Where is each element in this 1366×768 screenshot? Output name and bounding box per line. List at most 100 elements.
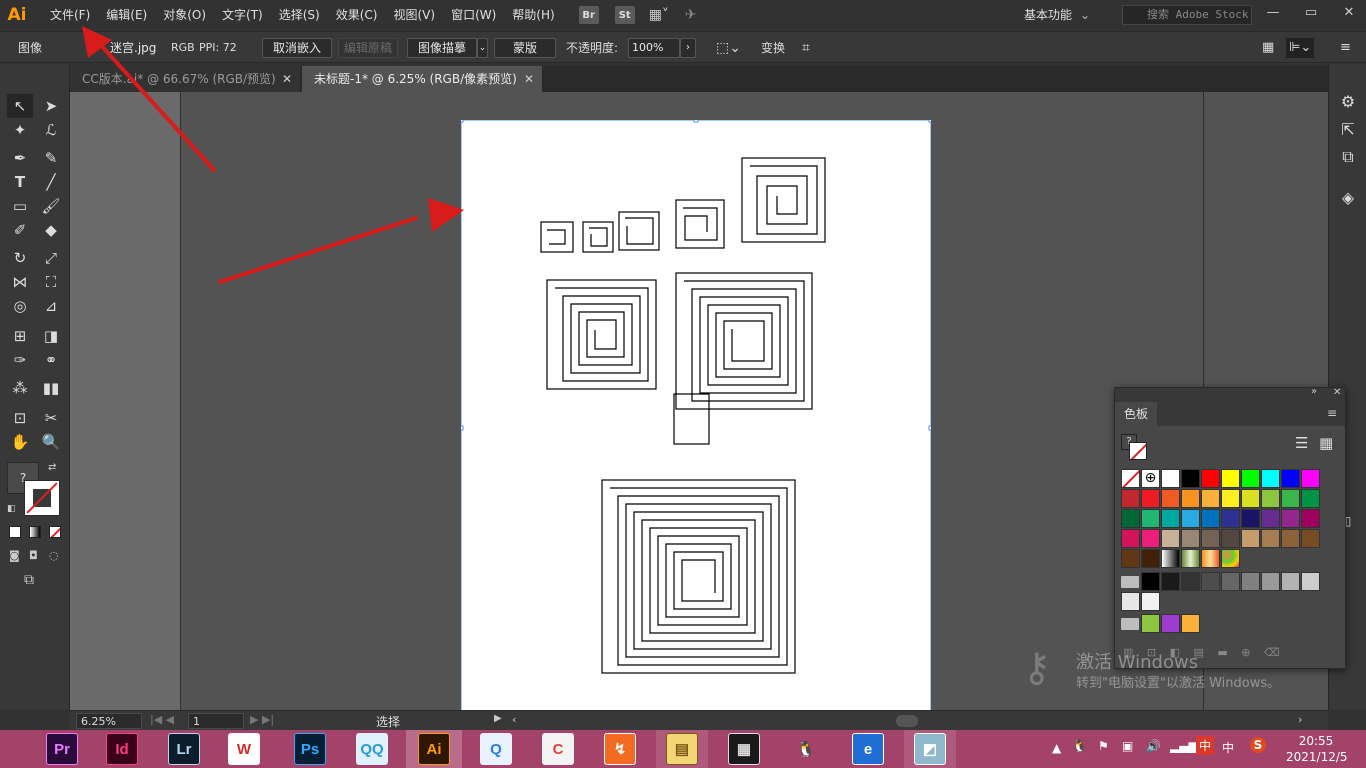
ime-icon[interactable]: 中 [1196,736,1215,755]
artboards-icon[interactable]: ⧉ [1337,146,1359,168]
eyedropper-tool-icon[interactable]: ✑ [7,348,33,372]
shaper-tool-icon[interactable]: ✐ [7,218,33,242]
color-swatch[interactable] [1181,489,1200,508]
swap-fill-stroke-icon[interactable]: ⇄ [48,462,56,473]
stroke-swatch[interactable] [24,480,60,516]
width-tool-icon[interactable]: ⋈ [7,270,33,294]
color-swatch[interactable] [1201,469,1220,488]
color-swatch[interactable] [1121,509,1140,528]
swatches-panel-header[interactable]: » ✕ [1115,386,1345,402]
color-mode-icon[interactable] [9,526,21,538]
ime-mode-label[interactable]: 中 [1222,739,1234,756]
control-bar-menu-icon[interactable]: ≡ [1340,38,1351,58]
color-swatch[interactable] [1261,469,1280,488]
color-swatch[interactable] [1281,529,1300,548]
color-swatch[interactable] [1121,592,1140,611]
scale-tool-icon[interactable]: ⤢ [38,246,64,270]
color-swatch[interactable] [1301,529,1320,548]
color-swatch[interactable] [1181,549,1200,568]
taskbar-app-icon[interactable]: C [542,733,574,765]
color-swatch[interactable] [1181,572,1200,591]
menu-select[interactable]: 选择(S) [271,0,328,30]
opacity-input[interactable]: 100% [628,38,680,58]
close-icon[interactable]: ✕ [1332,0,1366,24]
taskbar-app-icon[interactable]: Pr [46,733,78,765]
swatch-group-folder-icon[interactable] [1121,618,1139,630]
bridge-button[interactable]: Br [578,6,599,24]
color-swatch[interactable] [1261,489,1280,508]
color-swatch[interactable] [1281,509,1300,528]
color-swatch[interactable] [1121,529,1140,548]
color-swatch[interactable] [1141,614,1160,633]
volume-icon[interactable]: 🔊 [1146,739,1161,753]
network-icon[interactable]: ▂▄▆ [1170,739,1198,753]
grid-view-icon[interactable]: ▦ [1319,434,1333,452]
system-clock[interactable]: 20:55 2021/12/5 [1286,733,1348,765]
color-swatch[interactable] [1221,549,1240,568]
color-swatch[interactable] [1221,489,1240,508]
close-panel-icon[interactable]: ✕ [1333,387,1341,398]
default-fill-stroke-icon[interactable]: ◧ [7,504,16,514]
symbol-sprayer-tool-icon[interactable]: ⁂ [7,376,33,400]
gradient-tool-icon[interactable]: ◨ [38,324,64,348]
color-swatch[interactable] [1161,614,1180,633]
color-swatch[interactable] [1141,572,1160,591]
color-swatch[interactable] [1241,529,1260,548]
perspective-grid-tool-icon[interactable]: ⊿ [38,294,64,318]
export-icon[interactable]: ⇱ [1337,118,1359,140]
color-swatch[interactable] [1141,509,1160,528]
color-swatch[interactable] [1301,469,1320,488]
screen-mode-icon[interactable]: ⧉ [24,572,34,588]
color-swatch[interactable] [1221,509,1240,528]
color-swatch[interactable] [1241,469,1260,488]
unembed-button[interactable]: 取消嵌入 [262,38,332,58]
color-swatch[interactable] [1161,529,1180,548]
color-swatch[interactable] [1281,469,1300,488]
taskbar-app-icon[interactable]: ◩ [914,733,946,765]
taskbar-app-icon[interactable]: W [228,733,260,765]
hand-tool-icon[interactable]: ✋ [7,430,33,454]
mask-button[interactable]: 蒙版 [494,38,556,58]
workspace-switcher[interactable]: 基本功能 ⌄ [1024,0,1090,30]
color-swatch[interactable] [1181,469,1200,488]
rotate-tool-icon[interactable]: ↻ [7,246,33,270]
slice-tool-icon[interactable]: ✂ [38,406,64,430]
color-swatch[interactable]: ⊕ [1141,469,1160,488]
color-swatch[interactable] [1261,509,1280,528]
color-swatch[interactable] [1161,549,1180,568]
taskbar-app-icon[interactable]: QQ [356,733,388,765]
taskbar-app-icon[interactable]: Ps [294,733,326,765]
image-trace-dropdown[interactable]: ⌄ [477,38,488,58]
color-swatch[interactable] [1221,572,1240,591]
close-tab-icon[interactable]: ✕ [524,66,534,92]
scroll-right-icon[interactable]: › [1298,713,1302,726]
taskbar-app-icon[interactable]: ▤ [666,733,698,765]
panel-menu-icon[interactable]: ≡ [1327,406,1337,420]
color-swatch[interactable] [1141,549,1160,568]
color-swatch[interactable] [1141,592,1160,611]
tab-untitled-1[interactable]: 未标题-1* @ 6.25% (RGB/像素预览) ✕ [302,66,542,92]
color-swatch[interactable] [1221,529,1240,548]
color-swatch[interactable] [1241,509,1260,528]
color-swatch[interactable] [1281,572,1300,591]
show-hidden-icons[interactable]: ▲ [1052,741,1061,755]
flag-tray-icon[interactable]: ⚑ [1098,739,1109,753]
panel-menu-icon[interactable]: ⊫⌄ [1286,38,1315,58]
properties-panel-icon[interactable]: ⚙ [1337,90,1359,112]
arrange-documents-icon[interactable]: ▦˅ [649,6,677,24]
color-swatch[interactable] [1161,469,1180,488]
transform-link[interactable]: 变换 [761,38,785,58]
stroke-swatch[interactable] [1129,442,1147,460]
color-swatch[interactable] [1121,469,1140,488]
color-swatch[interactable] [1181,529,1200,548]
swatches-panel[interactable]: » ✕ 色板 ≡ ? ☰ ▦ ⊕ ▥ ⊡ ◧ ▤ ▬ ⊕ ⌫ [1114,386,1346,669]
color-swatch[interactable] [1141,529,1160,548]
draw-behind-icon[interactable]: ◘ [29,549,38,562]
zoom-input[interactable]: 6.25% [76,713,142,729]
scroll-left-icon[interactable]: ‹ [512,713,516,726]
stock-button[interactable]: St [614,6,635,24]
artboard-tool-icon[interactable]: ⊡ [7,406,33,430]
zoom-tool-icon[interactable]: 🔍 [38,430,64,454]
color-swatch[interactable] [1301,572,1320,591]
color-swatch[interactable] [1141,489,1160,508]
